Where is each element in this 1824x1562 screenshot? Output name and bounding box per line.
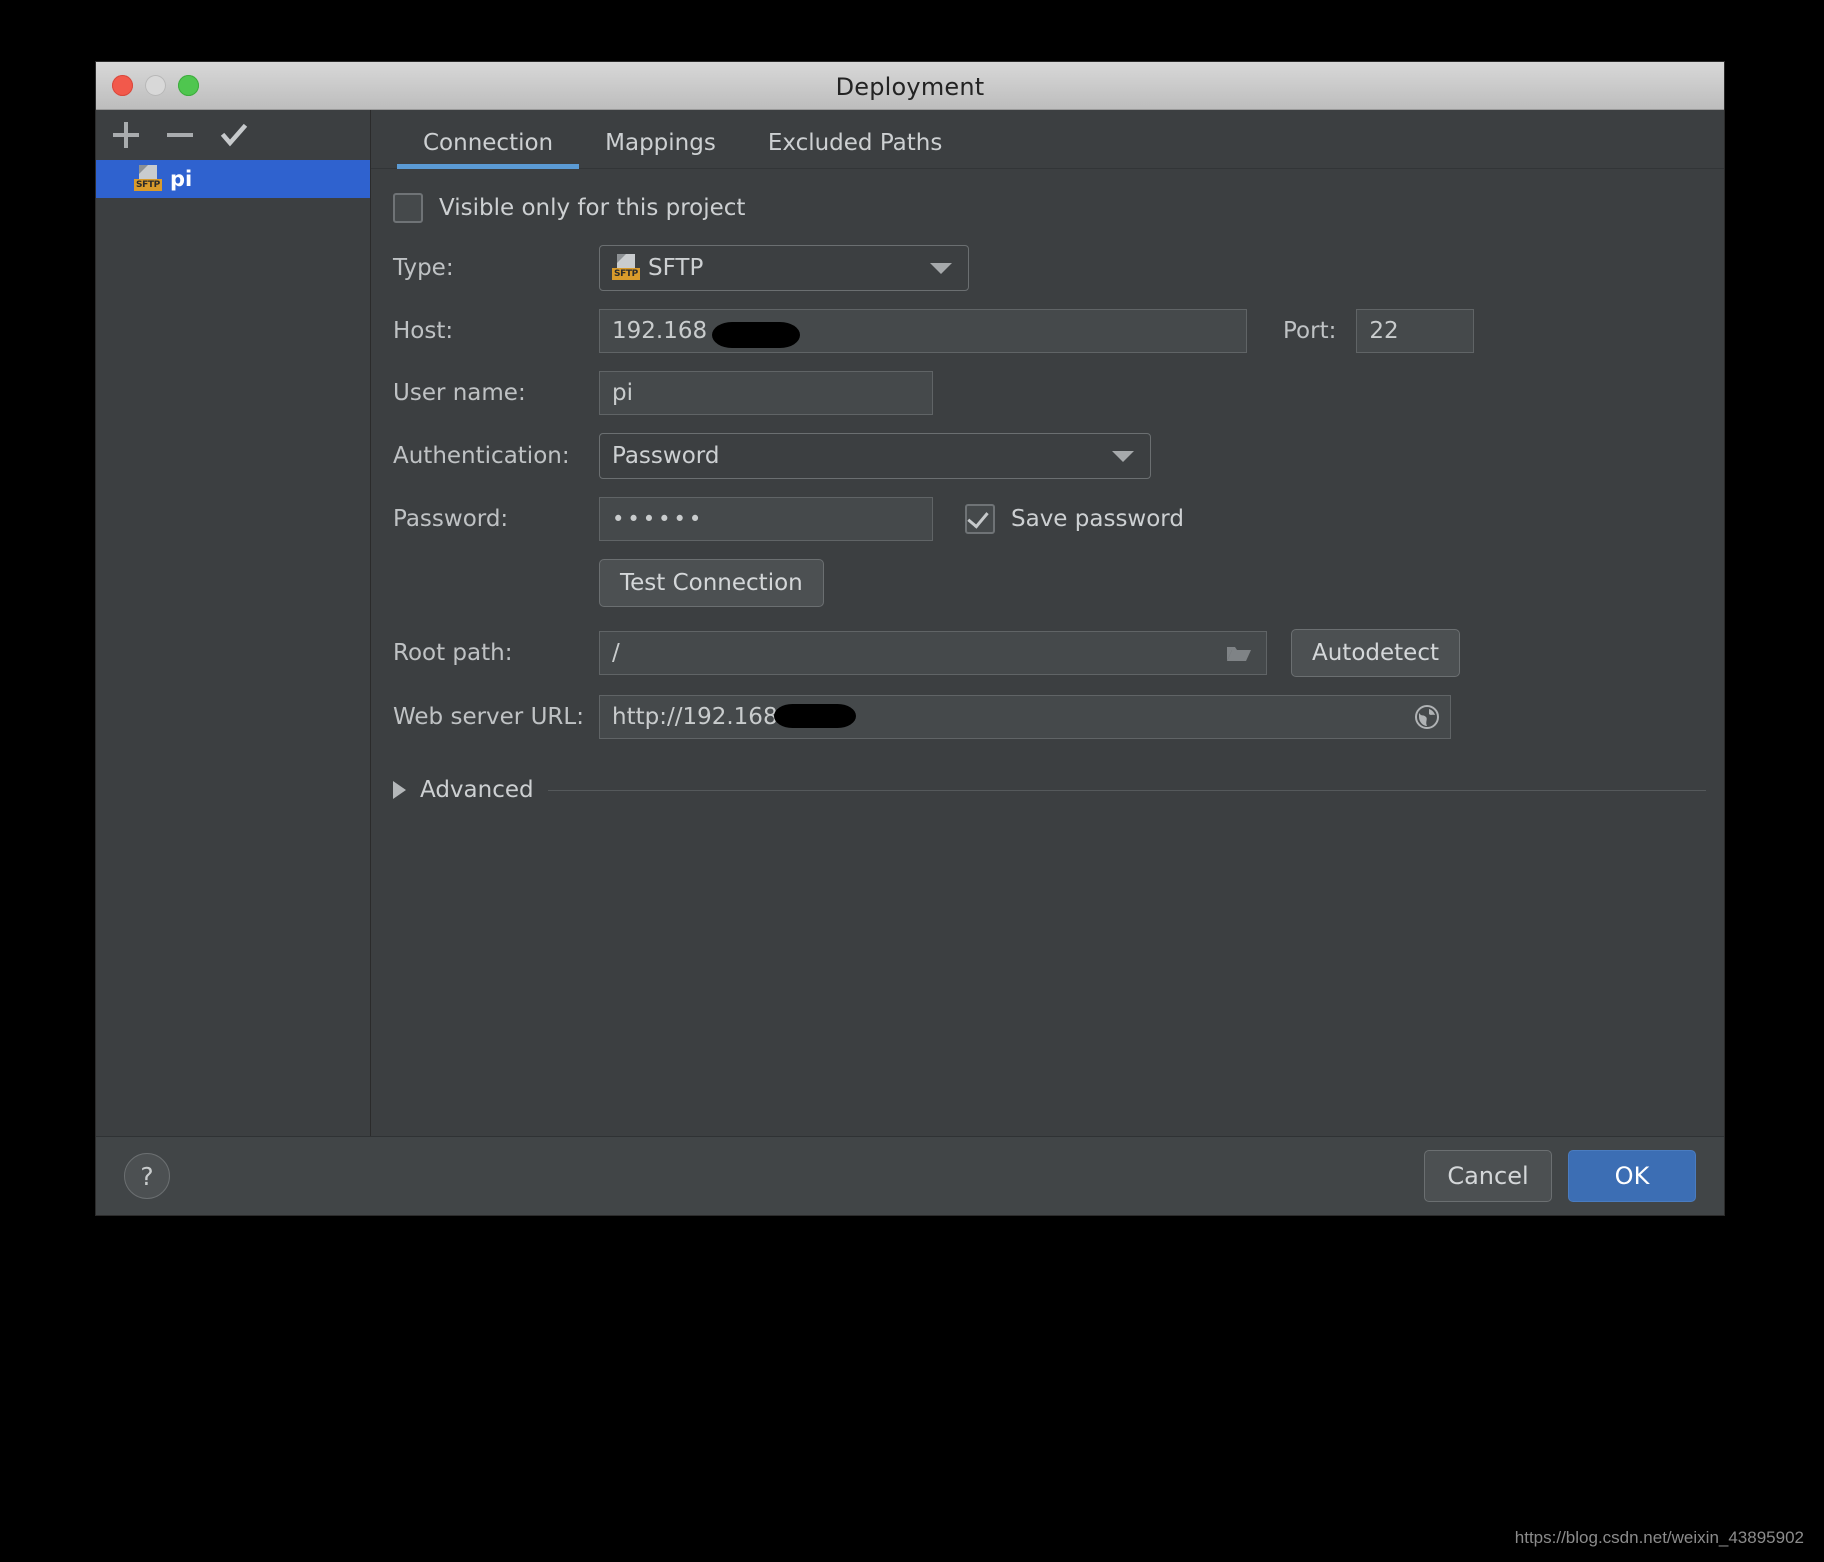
server-list-empty-area bbox=[96, 198, 370, 1136]
server-list-panel: SFTP pi bbox=[96, 110, 371, 1136]
sidebar-item-pi[interactable]: SFTP pi bbox=[96, 160, 370, 198]
host-label: Host: bbox=[393, 318, 454, 344]
host-redaction bbox=[712, 322, 800, 348]
triangle-right-icon bbox=[393, 781, 406, 799]
test-connection-row: Test Connection bbox=[371, 559, 1724, 607]
tab-bar: Connection Mappings Excluded Paths bbox=[371, 110, 1724, 169]
root-path-label: Root path: bbox=[393, 640, 513, 666]
web-server-url-value: http://192.168 bbox=[612, 704, 778, 730]
dialog-footer: ? Cancel OK bbox=[96, 1136, 1724, 1215]
web-server-url-label: Web server URL: bbox=[393, 704, 584, 730]
advanced-divider bbox=[547, 789, 1706, 791]
sftp-badge-label: SFTP bbox=[612, 268, 640, 280]
save-password-label: Save password bbox=[1011, 506, 1184, 532]
port-label: Port: bbox=[1283, 318, 1337, 344]
web-server-url-input[interactable]: http://192.168 bbox=[599, 695, 1451, 739]
username-input[interactable]: pi bbox=[599, 371, 933, 415]
authentication-value: Password bbox=[612, 443, 720, 469]
minus-icon bbox=[167, 122, 193, 148]
host-value: 192.168 bbox=[612, 318, 708, 344]
password-row: Password: •••••• Save password bbox=[371, 497, 1724, 541]
authentication-row: Authentication: Password bbox=[371, 433, 1724, 479]
save-password-checkbox[interactable] bbox=[965, 504, 995, 534]
sftp-icon: SFTP bbox=[134, 165, 162, 193]
globe-icon bbox=[1415, 705, 1439, 729]
help-button[interactable]: ? bbox=[124, 1153, 170, 1199]
cancel-button[interactable]: Cancel bbox=[1424, 1150, 1552, 1202]
type-label: Type: bbox=[393, 255, 454, 281]
sftp-badge-label: SFTP bbox=[134, 179, 162, 191]
watermark: https://blog.csdn.net/weixin_43895902 bbox=[1514, 1528, 1804, 1547]
remove-server-button[interactable] bbox=[164, 119, 196, 151]
window-title: Deployment bbox=[835, 73, 985, 101]
sftp-icon: SFTP bbox=[612, 254, 640, 282]
web-server-url-redaction bbox=[774, 704, 856, 728]
tab-excluded-paths[interactable]: Excluded Paths bbox=[742, 130, 969, 168]
type-row: Type: SFTP SFTP bbox=[371, 245, 1724, 291]
username-value: pi bbox=[612, 380, 633, 406]
advanced-section-header[interactable]: Advanced bbox=[371, 777, 1724, 803]
sidebar-item-label: pi bbox=[170, 167, 193, 191]
password-input[interactable]: •••••• bbox=[599, 497, 933, 541]
dialog-body: SFTP pi Connection Mappings Excluded Pat… bbox=[96, 110, 1724, 1136]
web-server-url-row: Web server URL: http://192.168 bbox=[371, 695, 1724, 739]
connection-settings-panel: Connection Mappings Excluded Paths Visib… bbox=[371, 110, 1724, 1136]
ok-button[interactable]: OK bbox=[1568, 1150, 1696, 1202]
plus-icon bbox=[113, 122, 139, 148]
test-connection-button[interactable]: Test Connection bbox=[599, 559, 824, 607]
host-row: Host: 192.168 Port: 22 bbox=[371, 309, 1724, 353]
host-input[interactable]: 192.168 bbox=[599, 309, 1247, 353]
server-list-toolbar bbox=[96, 110, 370, 160]
username-row: User name: pi bbox=[371, 371, 1724, 415]
check-icon bbox=[220, 123, 248, 147]
folder-icon[interactable] bbox=[1226, 644, 1252, 663]
password-value: •••••• bbox=[612, 507, 705, 531]
autodetect-button[interactable]: Autodetect bbox=[1291, 629, 1460, 677]
chevron-down-icon bbox=[1112, 451, 1134, 462]
add-server-button[interactable] bbox=[110, 119, 142, 151]
advanced-label: Advanced bbox=[420, 777, 534, 803]
port-input[interactable]: 22 bbox=[1356, 309, 1475, 353]
chevron-down-icon bbox=[930, 263, 952, 274]
username-label: User name: bbox=[393, 380, 526, 406]
connection-form: Visible only for this project Type: SFTP… bbox=[371, 169, 1724, 803]
authentication-select[interactable]: Password bbox=[599, 433, 1151, 479]
root-path-row: Root path: / Autodetect bbox=[371, 629, 1724, 677]
visible-only-row: Visible only for this project bbox=[371, 193, 1724, 223]
open-in-browser-button[interactable] bbox=[1404, 696, 1450, 738]
visible-only-label: Visible only for this project bbox=[439, 195, 746, 221]
title-bar: Deployment bbox=[96, 62, 1724, 110]
use-as-default-button[interactable] bbox=[218, 119, 250, 151]
password-label: Password: bbox=[393, 506, 509, 532]
deployment-dialog: Deployment SFTP pi Connection Mappings E… bbox=[96, 62, 1724, 1215]
type-select[interactable]: SFTP SFTP bbox=[599, 245, 969, 291]
visible-only-checkbox[interactable] bbox=[393, 193, 423, 223]
type-value: SFTP bbox=[648, 255, 704, 281]
tab-connection[interactable]: Connection bbox=[397, 130, 580, 169]
port-value: 22 bbox=[1369, 318, 1399, 344]
tab-mappings[interactable]: Mappings bbox=[579, 130, 742, 168]
root-path-value: / bbox=[612, 640, 620, 666]
authentication-label: Authentication: bbox=[393, 443, 570, 469]
root-path-input[interactable]: / bbox=[599, 631, 1267, 675]
